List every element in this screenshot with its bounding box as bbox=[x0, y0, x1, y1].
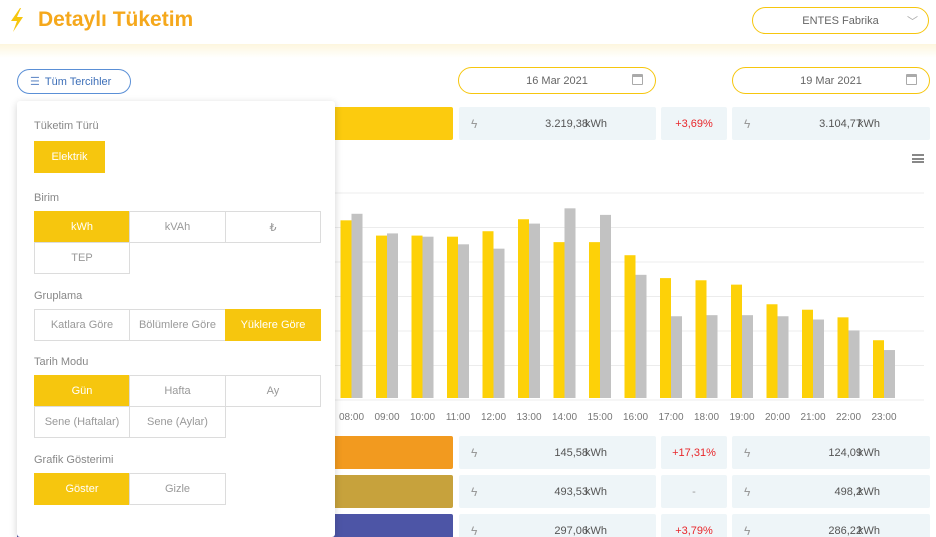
x-tick-label: 09:00 bbox=[374, 412, 399, 423]
option-year-weeks[interactable]: Sene (Haftalar) bbox=[34, 406, 130, 438]
x-tick-label: 18:00 bbox=[694, 412, 719, 423]
chart-bar bbox=[376, 235, 387, 398]
chart-bar bbox=[564, 208, 576, 398]
lightning-icon: ϟ bbox=[471, 484, 478, 499]
chart-bar bbox=[731, 284, 742, 398]
x-tick-label: 22:00 bbox=[836, 412, 861, 423]
chart-bar bbox=[813, 319, 824, 398]
chart-bar bbox=[671, 316, 682, 398]
option-tep[interactable]: TEP bbox=[34, 242, 130, 274]
chart-bar bbox=[660, 278, 671, 398]
chart-bar bbox=[742, 315, 753, 398]
x-tick-label: 12:00 bbox=[481, 412, 506, 423]
chart-bar bbox=[873, 340, 884, 398]
chart-bar bbox=[482, 231, 494, 398]
unit-title: Birim bbox=[34, 192, 60, 204]
preferences-panel: Tüketim Türü Elektrik Birim kWh kVAh ₺ T… bbox=[17, 101, 335, 537]
summary-change: - bbox=[661, 475, 727, 508]
option-lira[interactable]: ₺ bbox=[225, 211, 321, 243]
chart-bar bbox=[422, 236, 434, 398]
chart-bar bbox=[518, 219, 529, 398]
option-show[interactable]: Göster bbox=[34, 473, 130, 505]
lightning-icon: ϟ bbox=[744, 484, 751, 499]
lightning-icon: ϟ bbox=[744, 445, 751, 460]
x-tick-label: 15:00 bbox=[587, 412, 612, 423]
chart-bar bbox=[777, 316, 789, 398]
chart-bar bbox=[706, 315, 718, 398]
chart-bar bbox=[837, 317, 849, 398]
chart-bar bbox=[387, 233, 398, 398]
option-kwh[interactable]: kWh bbox=[34, 211, 130, 243]
consumption-type-title: Tüketim Türü bbox=[34, 120, 99, 132]
summary-change: +3,79% bbox=[661, 514, 727, 537]
chart-bar bbox=[529, 223, 540, 398]
summary-value-2: ϟ 124,09 kWh bbox=[732, 436, 930, 469]
date-mode-title: Tarih Modu bbox=[34, 356, 89, 368]
x-tick-label: 14:00 bbox=[552, 412, 577, 423]
option-by-load[interactable]: Yüklere Göre bbox=[225, 309, 321, 341]
summary-value-1: ϟ 493,53 kWh bbox=[459, 475, 656, 508]
option-electric[interactable]: Elektrik bbox=[34, 141, 105, 173]
chart-bar bbox=[695, 280, 707, 398]
chart-bar bbox=[411, 235, 423, 398]
chart-bar bbox=[635, 274, 647, 398]
summary-value-1: ϟ 297,06 kWh bbox=[459, 514, 656, 537]
option-month[interactable]: Ay bbox=[225, 375, 321, 407]
x-tick-label: 19:00 bbox=[729, 412, 754, 423]
chart-bar bbox=[848, 330, 860, 398]
summary-value-2: ϟ 286,22 kWh bbox=[732, 514, 930, 537]
x-tick-label: 10:00 bbox=[410, 412, 435, 423]
x-tick-label: 13:00 bbox=[516, 412, 541, 423]
option-year-months[interactable]: Sene (Aylar) bbox=[129, 406, 226, 438]
option-kvah[interactable]: kVAh bbox=[129, 211, 226, 243]
option-hide[interactable]: Gizle bbox=[129, 473, 226, 505]
summary-change: +17,31% bbox=[661, 436, 727, 469]
chart-bar bbox=[340, 220, 352, 398]
chart-bar bbox=[766, 304, 778, 398]
lightning-icon: ϟ bbox=[471, 523, 478, 537]
chart-display-title: Grafik Gösterimi bbox=[34, 454, 114, 466]
option-day[interactable]: Gün bbox=[34, 375, 130, 407]
chart-bar bbox=[589, 242, 600, 398]
lightning-icon: ϟ bbox=[471, 445, 478, 460]
chart-bar bbox=[553, 242, 565, 398]
option-by-floor[interactable]: Katlara Göre bbox=[34, 309, 130, 341]
chart-bar bbox=[600, 214, 611, 398]
x-tick-label: 08:00 bbox=[339, 412, 364, 423]
chart-bar bbox=[458, 244, 469, 398]
chart-bar bbox=[493, 248, 505, 398]
chart-bar bbox=[624, 255, 636, 398]
x-tick-label: 20:00 bbox=[765, 412, 790, 423]
x-tick-label: 17:00 bbox=[658, 412, 683, 423]
lightning-icon: ϟ bbox=[744, 523, 751, 537]
chart-bar bbox=[447, 236, 458, 398]
x-tick-label: 21:00 bbox=[800, 412, 825, 423]
option-by-section[interactable]: Bölümlere Göre bbox=[129, 309, 226, 341]
grouping-title: Gruplama bbox=[34, 290, 83, 302]
chart-bar bbox=[802, 309, 813, 398]
summary-value-2: ϟ 498,2 kWh bbox=[732, 475, 930, 508]
summary-value-1: ϟ 145,58 kWh bbox=[459, 436, 656, 469]
option-week[interactable]: Hafta bbox=[129, 375, 226, 407]
chart-bar bbox=[884, 350, 895, 398]
x-tick-label: 23:00 bbox=[871, 412, 896, 423]
chart-bar bbox=[351, 213, 363, 398]
x-tick-label: 16:00 bbox=[623, 412, 648, 423]
x-tick-label: 11:00 bbox=[446, 412, 471, 423]
